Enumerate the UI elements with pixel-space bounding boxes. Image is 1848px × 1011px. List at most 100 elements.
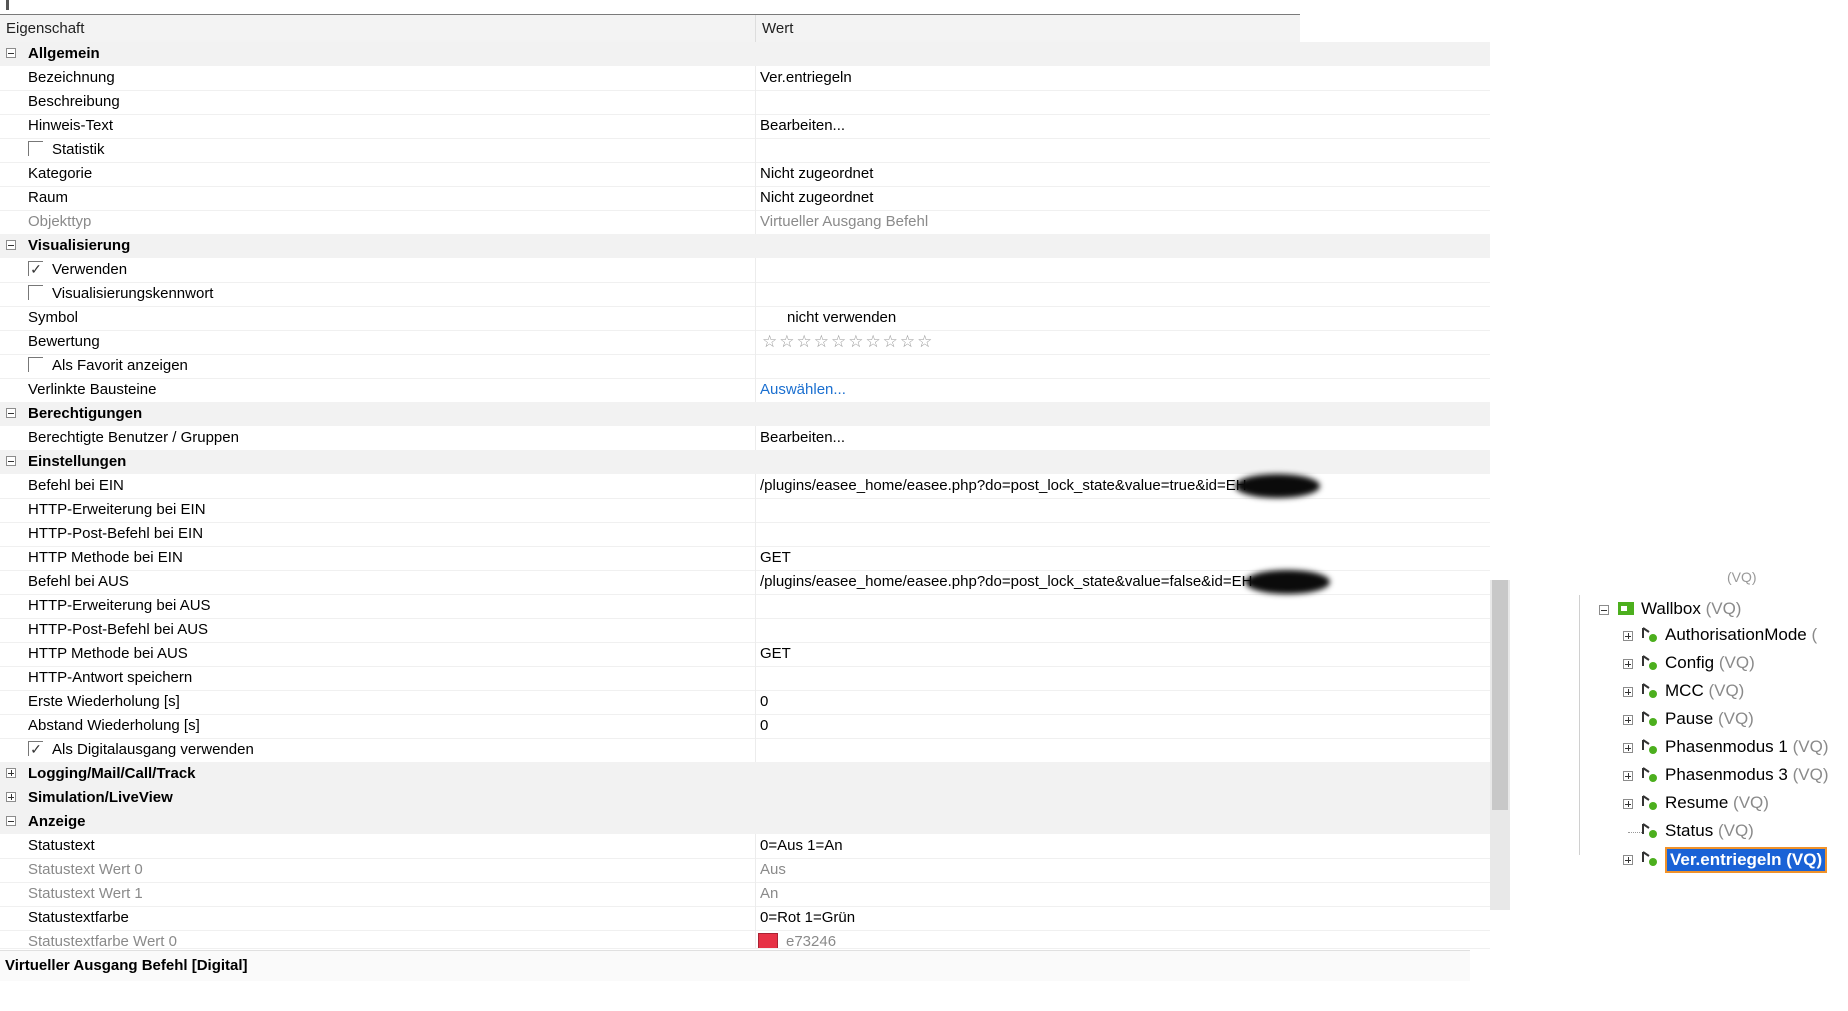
virtual-output-icon: [1642, 767, 1657, 782]
row-symbol[interactable]: Symbol nicht verwenden: [0, 306, 1490, 331]
row-visualisierungskennwort[interactable]: Visualisierungskennwort: [0, 282, 1490, 307]
section-berechtigungen[interactable]: Berechtigungen: [0, 402, 1490, 426]
row-value[interactable]: GET: [760, 645, 791, 662]
row-http-methode-aus[interactable]: HTTP Methode bei AUS GET: [0, 642, 1490, 667]
row-value[interactable]: nicht verwenden: [787, 309, 896, 326]
digitalausgang-checkbox[interactable]: ✓: [28, 741, 43, 756]
kennwort-checkbox[interactable]: [28, 285, 43, 300]
object-type-label: Virtueller Ausgang Befehl [Digital]: [5, 957, 248, 974]
row-value[interactable]: 0=Aus 1=An: [760, 837, 843, 854]
row-kategorie[interactable]: Kategorie Nicht zugeordnet: [0, 162, 1490, 187]
row-raum[interactable]: Raum Nicht zugeordnet: [0, 186, 1490, 211]
row-befehl-aus[interactable]: Befehl bei AUS/plugins/easee_home/easee.…: [0, 570, 1490, 595]
row-value[interactable]: GET: [760, 549, 791, 566]
row-statustext-wert-0[interactable]: Statustext Wert 0 Aus: [0, 858, 1490, 883]
row-label: Statustext Wert 1: [28, 885, 143, 902]
row-value[interactable]: e73246: [786, 933, 836, 948]
collapse-icon[interactable]: [6, 408, 16, 418]
row-value[interactable]: Aus: [760, 861, 786, 878]
row-label: Verlinkte Bausteine: [28, 381, 157, 398]
favorit-checkbox[interactable]: [28, 357, 43, 372]
row-http-erw-ein[interactable]: HTTP-Erweiterung bei EIN: [0, 498, 1490, 523]
row-http-antwort[interactable]: HTTP-Antwort speichern: [0, 666, 1490, 691]
row-http-post-ein[interactable]: HTTP-Post-Befehl bei EIN: [0, 522, 1490, 547]
row-abstand-wiederholung[interactable]: Abstand Wiederholung [s] 0: [0, 714, 1490, 739]
row-statustext[interactable]: Statustext 0=Aus 1=An: [0, 834, 1490, 859]
scrollbar-thumb[interactable]: [1492, 580, 1508, 810]
row-label: Statustext Wert 0: [28, 861, 143, 878]
column-splitter[interactable]: [755, 15, 756, 42]
row-label: Abstand Wiederholung [s]: [28, 717, 200, 734]
tree-label: Phasenmodus 3 (VQ): [1665, 765, 1829, 784]
expand-icon[interactable]: [1623, 687, 1633, 697]
row-statustextfarbe[interactable]: Statustextfarbe 0=Rot 1=Grün: [0, 906, 1490, 931]
edit-button[interactable]: Bearbeiten...: [760, 429, 845, 446]
expand-icon[interactable]: [1623, 743, 1633, 753]
rating-stars[interactable]: ☆☆☆☆☆☆☆☆☆☆: [762, 332, 934, 352]
header-value[interactable]: Wert: [762, 20, 793, 37]
row-value[interactable]: Nicht zugeordnet: [760, 165, 873, 182]
row-http-post-aus[interactable]: HTTP-Post-Befehl bei AUS: [0, 618, 1490, 643]
row-statustext-wert-1[interactable]: Statustext Wert 1 An: [0, 882, 1490, 907]
section-visualisierung[interactable]: Visualisierung: [0, 234, 1490, 258]
folder-module-icon: [1618, 602, 1634, 615]
section-simulation[interactable]: Simulation/LiveView: [0, 786, 1490, 810]
row-verwenden[interactable]: ✓ Verwenden: [0, 258, 1490, 283]
row-favorit[interactable]: Als Favorit anzeigen: [0, 354, 1490, 379]
vertical-scrollbar[interactable]: [1490, 580, 1510, 910]
select-link[interactable]: Auswählen...: [760, 381, 846, 398]
row-bewertung[interactable]: Bewertung ☆☆☆☆☆☆☆☆☆☆: [0, 330, 1490, 355]
expand-icon[interactable]: [1623, 855, 1633, 865]
color-swatch[interactable]: [758, 933, 778, 948]
row-beschreibung[interactable]: Beschreibung: [0, 90, 1490, 115]
expand-icon[interactable]: [1623, 715, 1633, 725]
expand-icon[interactable]: [1623, 631, 1633, 641]
row-value[interactable]: /plugins/easee_home/easee.php?do=post_lo…: [760, 573, 1252, 590]
section-allgemein[interactable]: Allgemein: [0, 42, 1490, 66]
section-logging[interactable]: Logging/Mail/Call/Track: [0, 762, 1490, 786]
row-label: Berechtigte Benutzer / Gruppen: [28, 429, 239, 446]
collapse-icon[interactable]: [6, 816, 16, 826]
row-label: Objekttyp: [28, 213, 92, 230]
row-value[interactable]: 0: [760, 693, 768, 710]
row-befehl-ein[interactable]: Befehl bei EIN/plugins/easee_home/easee.…: [0, 474, 1490, 499]
row-value[interactable]: An: [760, 885, 778, 902]
row-label: Statustext: [28, 837, 95, 854]
row-verlinkte-bausteine[interactable]: Verlinkte Bausteine Auswählen...: [0, 378, 1490, 403]
row-value[interactable]: Ver.entriegeln: [760, 69, 852, 86]
expand-icon[interactable]: [1623, 799, 1633, 809]
expand-icon[interactable]: [1623, 771, 1633, 781]
row-value[interactable]: 0=Rot 1=Grün: [760, 909, 855, 926]
row-value[interactable]: 0: [760, 717, 768, 734]
expand-icon[interactable]: [6, 768, 16, 778]
virtual-output-icon: [1642, 851, 1657, 866]
row-statistik[interactable]: Statistik: [0, 138, 1490, 163]
row-hinweis-text[interactable]: Hinweis-Text Bearbeiten...: [0, 114, 1490, 139]
statistik-checkbox[interactable]: [28, 141, 43, 156]
collapse-icon[interactable]: [1599, 605, 1609, 615]
row-label: Visualisierungskennwort: [52, 285, 214, 302]
row-http-methode-ein[interactable]: HTTP Methode bei EIN GET: [0, 546, 1490, 571]
splitter-handle[interactable]: [6, 0, 9, 10]
collapse-icon[interactable]: [6, 456, 16, 466]
row-statustextfarbe-wert-0[interactable]: Statustextfarbe Wert 0 e73246: [0, 930, 1490, 949]
header-property[interactable]: Eigenschaft: [6, 20, 84, 37]
edit-button[interactable]: Bearbeiten...: [760, 117, 845, 134]
expand-icon[interactable]: [6, 792, 16, 802]
row-bezeichnung[interactable]: Bezeichnung Ver.entriegeln: [0, 66, 1490, 91]
row-berechtigte[interactable]: Berechtigte Benutzer / Gruppen Bearbeiten…: [0, 426, 1490, 451]
section-anzeige[interactable]: Anzeige: [0, 810, 1490, 834]
row-digitalausgang[interactable]: ✓ Als Digitalausgang verwenden: [0, 738, 1490, 763]
expand-icon[interactable]: [1623, 659, 1633, 669]
collapse-icon[interactable]: [6, 240, 16, 250]
section-einstellungen[interactable]: Einstellungen: [0, 450, 1490, 474]
collapse-icon[interactable]: [6, 48, 16, 58]
verwenden-checkbox[interactable]: ✓: [28, 261, 43, 276]
row-http-erw-aus[interactable]: HTTP-Erweiterung bei AUS: [0, 594, 1490, 619]
row-value[interactable]: Nicht zugeordnet: [760, 189, 873, 206]
virtual-output-icon: [1642, 683, 1657, 698]
object-tree: (VQ) Wallbox (VQ) AuthorisationMode (Con…: [1575, 569, 1848, 875]
row-erste-wiederholung[interactable]: Erste Wiederholung [s] 0: [0, 690, 1490, 715]
row-label: Als Favorit anzeigen: [52, 357, 188, 374]
row-value[interactable]: /plugins/easee_home/easee.php?do=post_lo…: [760, 477, 1247, 494]
